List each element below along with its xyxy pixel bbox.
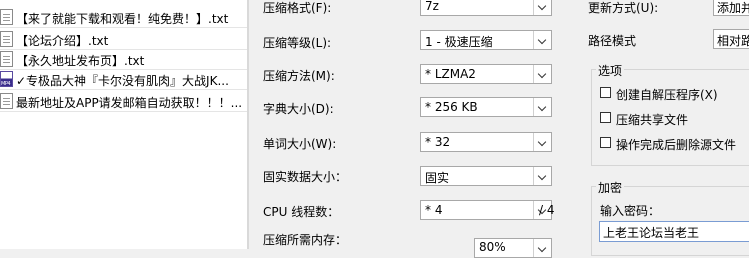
password-label: 输入密码： — [600, 204, 661, 218]
delete-source-label: 操作完成后删除源文件 — [616, 138, 737, 152]
file-list-item[interactable]: 最新地址及APP请发邮箱自动获取！！！... — [0, 90, 247, 112]
update-select[interactable]: 添加并 — [713, 0, 749, 16]
cpu-label: CPU 线程数： — [263, 205, 340, 219]
format-label: 压缩格式(F): — [263, 1, 332, 15]
file-list-item[interactable]: ✓专极品大神『卡尔没有肌肉』大战JK... — [0, 68, 247, 90]
text-file-icon — [0, 51, 13, 67]
chevron-down-icon[interactable] — [533, 31, 551, 49]
update-label: 更新方式(U): — [588, 1, 659, 15]
chevron-down-icon[interactable] — [533, 133, 551, 151]
options-title: 选项 — [596, 62, 625, 79]
format-value: 7z — [425, 0, 439, 13]
pane-divider[interactable] — [247, 0, 249, 249]
dict-value: * 256 KB — [425, 100, 478, 114]
file-list-item[interactable]: 【来了就能下载和观看！纯免费！】.txt — [0, 6, 247, 28]
path-select[interactable]: 相对路 — [713, 29, 749, 49]
chevron-down-icon[interactable] — [533, 98, 551, 116]
path-label: 路径模式 — [588, 34, 637, 48]
file-name: ✓专极品大神『卡尔没有肌肉』大战JK... — [16, 74, 229, 88]
memory-value: 80% — [479, 240, 506, 254]
file-list-item[interactable]: 【永久地址发布页】.txt — [0, 48, 247, 70]
password-input[interactable]: 上老王论坛当老王 — [599, 221, 749, 242]
memory-label: 压缩所需内存： — [263, 233, 348, 247]
file-name: 【永久地址发布页】.txt — [16, 54, 145, 68]
sfx-label: 创建自解压程序(X) — [616, 88, 718, 102]
solid-select[interactable]: 固实 — [420, 166, 552, 186]
sfx-checkbox[interactable] — [600, 87, 611, 98]
cpu-select[interactable]: * 4 — [420, 200, 552, 220]
level-label: 压缩等级(L): — [263, 36, 332, 50]
file-name: 【来了就能下载和观看！纯免费！】.txt — [16, 12, 229, 26]
chevron-down-icon[interactable] — [533, 239, 551, 257]
cpu-total: / 4 — [539, 203, 555, 217]
level-value: 1 - 极速压缩 — [425, 35, 493, 49]
shared-files-label: 压缩共享文件 — [616, 113, 689, 127]
file-list-item[interactable]: 【论坛介绍】.txt — [0, 28, 247, 50]
file-name: 【论坛介绍】.txt — [16, 34, 109, 48]
text-file-icon — [0, 9, 13, 25]
word-value: * 32 — [425, 135, 451, 149]
word-label: 单词大小(W): — [263, 137, 337, 151]
path-value: 相对路 — [717, 34, 749, 48]
dict-select[interactable]: * 256 KB — [420, 97, 552, 117]
file-list[interactable]: 【来了就能下载和观看！纯免费！】.txt 【论坛介绍】.txt 【永久地址发布页… — [0, 0, 247, 249]
chevron-down-icon[interactable] — [533, 0, 551, 15]
file-name: 最新地址及APP请发邮箱自动获取！！！... — [16, 96, 243, 110]
level-select[interactable]: 1 - 极速压缩 — [420, 30, 552, 50]
format-select[interactable]: 7z — [420, 0, 552, 16]
cpu-value: * 4 — [425, 203, 443, 217]
method-label: 压缩方法(M): — [263, 69, 335, 83]
memory-select[interactable]: 80% — [474, 238, 552, 258]
shared-files-checkbox[interactable] — [600, 112, 611, 123]
word-select[interactable]: * 32 — [420, 132, 552, 152]
encryption-title: 加密 — [596, 179, 625, 196]
text-file-icon — [0, 93, 13, 109]
update-value: 添加并 — [717, 1, 749, 15]
solid-label: 固实数据大小： — [263, 170, 348, 184]
method-value: * LZMA2 — [425, 67, 476, 81]
mp4-file-icon — [0, 71, 13, 87]
delete-source-checkbox[interactable] — [600, 137, 611, 148]
method-select[interactable]: * LZMA2 — [420, 64, 552, 84]
chevron-down-icon[interactable] — [533, 167, 551, 185]
solid-value: 固实 — [425, 171, 450, 185]
text-file-icon — [0, 31, 13, 47]
chevron-down-icon[interactable] — [533, 65, 551, 83]
dict-label: 字典大小(D): — [263, 102, 334, 116]
